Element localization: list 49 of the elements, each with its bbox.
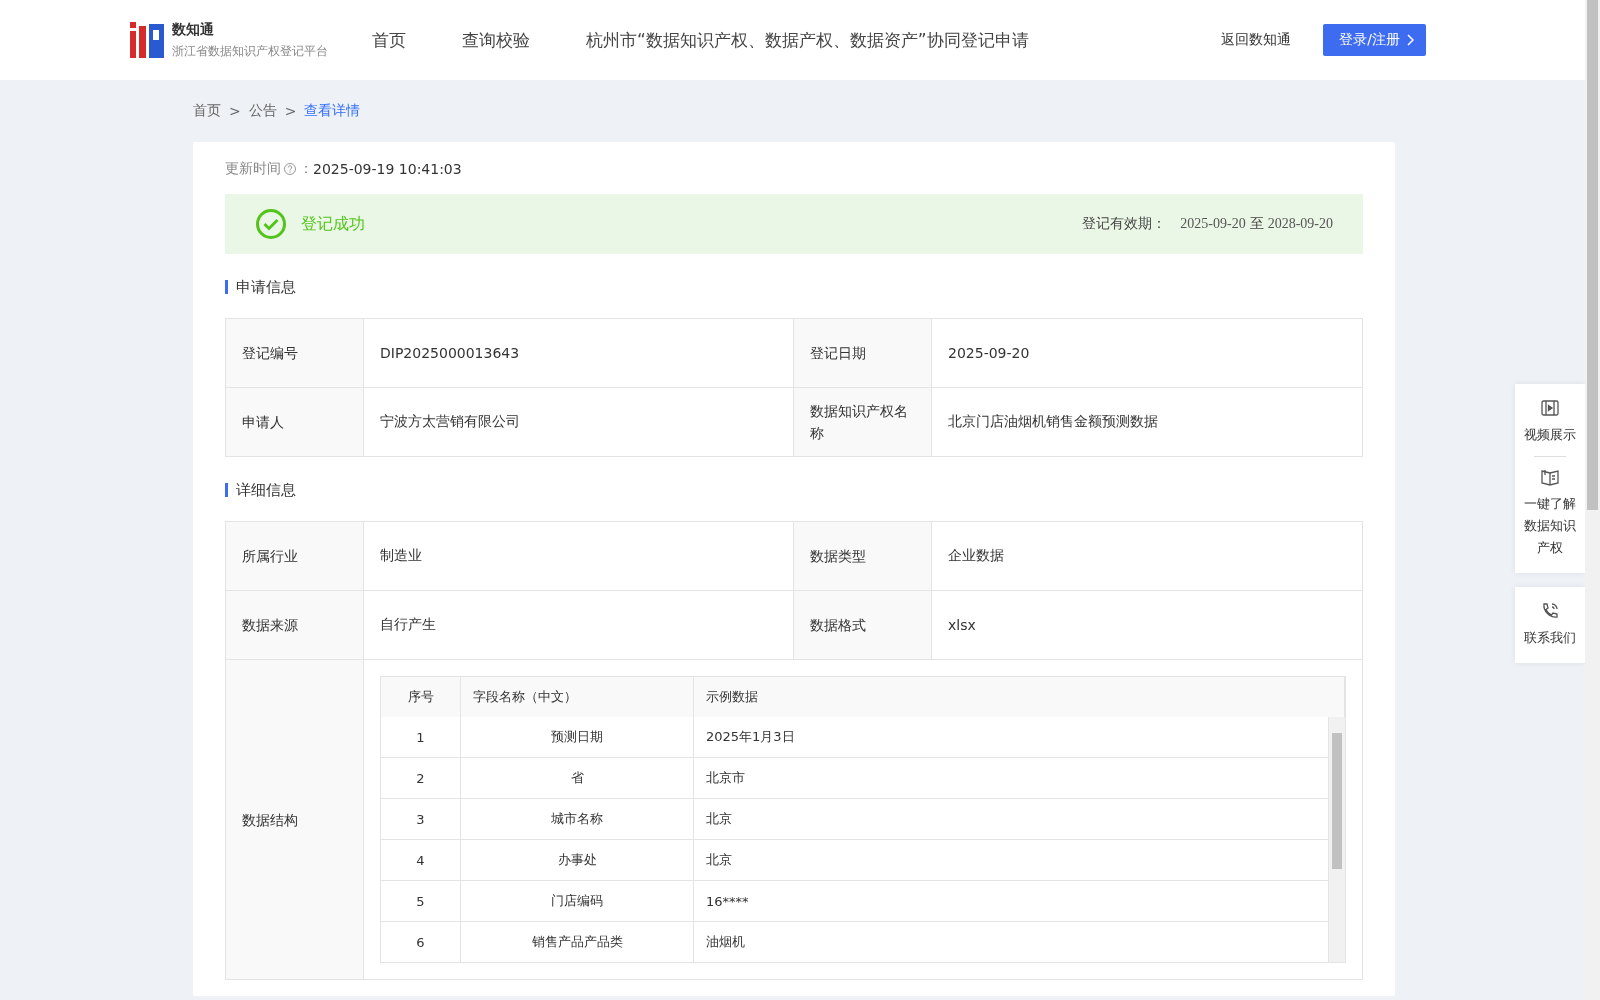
label-cell: 数据来源 [226, 591, 364, 659]
label-cell: 登记编号 [226, 319, 364, 387]
value-cell-text: 2025-09-20 [947, 344, 1031, 363]
label-cell: 数据格式 [794, 591, 932, 659]
logo-icon [130, 22, 164, 58]
table-cell: 销售产品产品类 [461, 922, 694, 962]
validity-label: 登记有效期： [1082, 215, 1167, 233]
phone-icon [1540, 601, 1560, 621]
breadcrumb-separator: > [229, 103, 241, 119]
value-cell-text: xlsx [947, 616, 977, 635]
label-cell: 数据结构 [226, 660, 364, 979]
breadcrumb-link[interactable]: 查看详情 [304, 102, 361, 120]
validity-end: 2028-09-20 [1267, 216, 1333, 232]
label-cell: 申请人 [226, 388, 364, 456]
side-link[interactable]: 一键了解数据知识产权 [1519, 457, 1581, 569]
update-label: 更新时间 [225, 160, 281, 178]
book-icon [1540, 467, 1560, 487]
scrollbar[interactable] [1329, 717, 1345, 962]
site-subtitle: 浙江省数据知识产权登记平台 [172, 42, 328, 60]
page-scrollbar[interactable] [1585, 0, 1600, 1000]
chevron-right-icon [1406, 34, 1414, 46]
back-link[interactable]: 返回数知通 [1221, 31, 1292, 49]
colon: ： [299, 160, 313, 178]
site-title: 数知通 [172, 20, 215, 39]
label-cell: 数据知识产权名称 [794, 388, 932, 456]
label-cell: 数据类型 [794, 522, 932, 590]
table-cell: 6 [381, 922, 461, 962]
label-cell: 登记日期 [794, 319, 932, 387]
validity-start: 2025-09-20 [1180, 216, 1246, 232]
label-cell: 所属行业 [226, 522, 364, 590]
update-time: 2025-09-19 10:41:03 [313, 161, 462, 177]
help-icon [283, 162, 297, 176]
nav-link[interactable]: 首页 [372, 28, 406, 52]
section-title: 详细信息 [225, 483, 1363, 497]
value-cell-text: 企业数据 [947, 546, 1005, 565]
validity-to: 至 [1249, 215, 1264, 233]
nav-link[interactable]: 杭州市“数据知识产权、数据产权、数据资产”协同登记申请 [586, 28, 1029, 52]
breadcrumb-separator: > [284, 103, 297, 119]
status-text: 登记成功 [301, 213, 366, 235]
login-button[interactable]: 登录/注册 [1323, 24, 1426, 56]
side-link[interactable]: 联系我们 [1519, 591, 1581, 659]
breadcrumb-link[interactable]: 首页 [193, 102, 221, 120]
side-link[interactable]: 视频展示 [1519, 388, 1581, 456]
section-title: 申请信息 [225, 280, 1363, 294]
breadcrumb-link[interactable]: 公告 [248, 102, 277, 120]
value-cell-text: 北京门店油烟机销售金额预测数据 [947, 412, 1159, 431]
film-icon [1540, 398, 1560, 418]
nav-link[interactable]: 查询校验 [462, 28, 530, 52]
check-circle-icon [255, 208, 287, 240]
